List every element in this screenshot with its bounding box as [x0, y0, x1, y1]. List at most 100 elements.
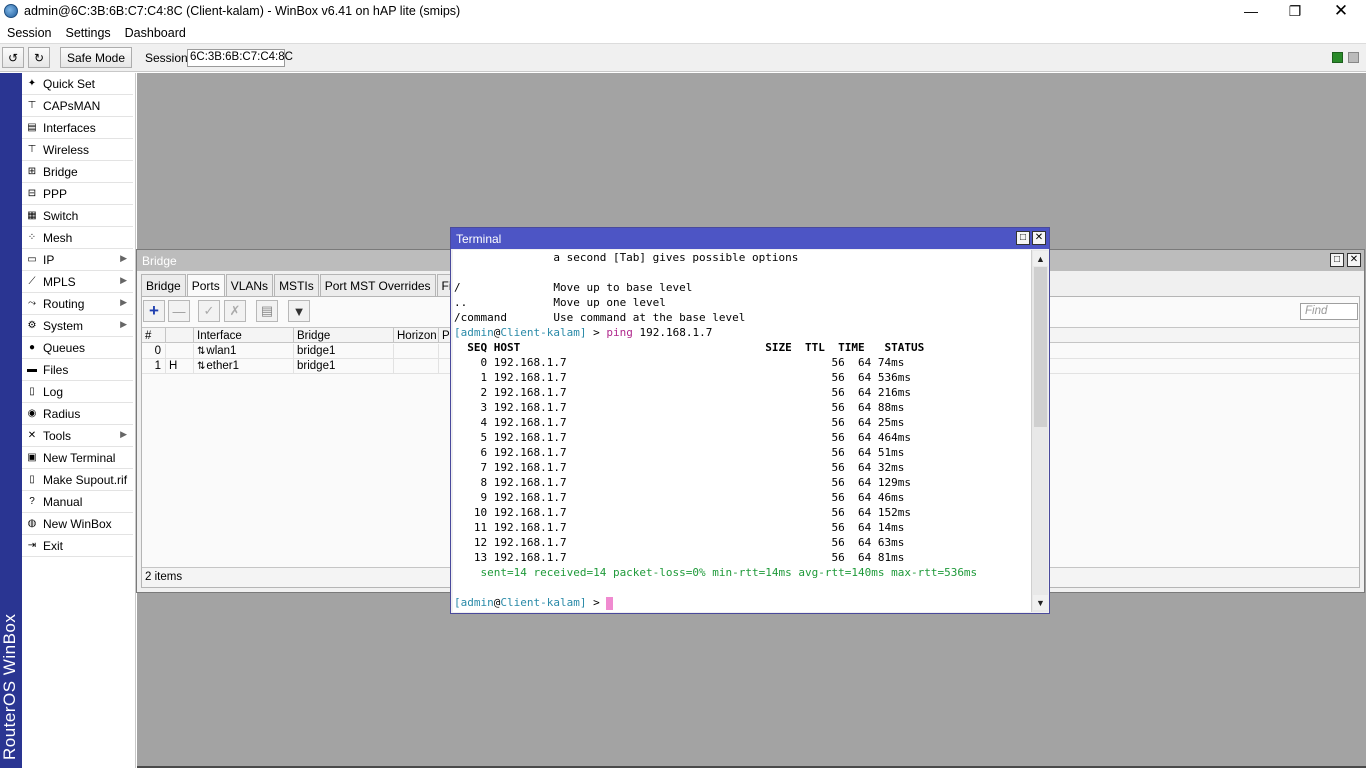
terminal-titlebar[interactable]: Terminal □ ✕ [451, 228, 1049, 249]
row-number: 1 [142, 359, 166, 373]
minimize-button[interactable]: — [1228, 0, 1274, 22]
ping-seq: 10 [454, 506, 494, 519]
help-icon: ? [29, 496, 35, 507]
sidebar-item-system[interactable]: ⚙ System ▶ [22, 315, 133, 337]
submenu-arrow-icon: ▶ [120, 297, 127, 307]
row-interface: ⇅ ether1 [194, 359, 294, 373]
menu-settings[interactable]: Settings [58, 26, 117, 40]
sidebar-item-mesh[interactable]: ⁘ Mesh [22, 227, 133, 249]
log-icon: ▯ [29, 386, 35, 397]
sidebar-item-capsman[interactable]: ⊤ CAPsMAN [22, 95, 133, 117]
terminal-window[interactable]: Terminal □ ✕ a second [Tab] gives possib… [450, 227, 1050, 614]
terminal-close-button[interactable]: ✕ [1032, 231, 1046, 245]
submenu-arrow-icon: ▶ [120, 253, 127, 263]
ping-seq: 5 [454, 431, 494, 444]
menu-bar: Session Settings Dashboard [0, 22, 1366, 43]
add-button[interactable]: + [143, 300, 165, 322]
terminal-scrollbar[interactable]: ▲ ▼ [1031, 250, 1048, 612]
sidebar-item-files[interactable]: ▬ Files [22, 359, 133, 381]
sidebar-item-queues[interactable]: ● Queues [22, 337, 133, 359]
sidebar-item-bridge[interactable]: ⊞ Bridge [22, 161, 133, 183]
find-input[interactable]: Find [1300, 303, 1358, 320]
help-line: a second [Tab] gives possible options [454, 251, 799, 264]
ping-ttl: 64 [844, 491, 878, 504]
sidebar-item-ip[interactable]: ▭ IP ▶ [22, 249, 133, 271]
col-flags[interactable] [166, 328, 194, 343]
col-bridge[interactable]: Bridge [294, 328, 394, 343]
ping-host: 192.168.1.7 [493, 371, 567, 384]
port-icon: ⇅ [197, 360, 206, 372]
disable-button[interactable]: ✗ [224, 300, 246, 322]
row-horizon [394, 344, 439, 358]
menu-dashboard[interactable]: Dashboard [118, 26, 193, 40]
sidebar-item-log[interactable]: ▯ Log [22, 381, 133, 403]
filter-button[interactable]: ▼ [288, 300, 310, 322]
window-title: admin@6C:3B:6B:C7:C4:8C (Client-kalam) -… [24, 4, 461, 18]
sidebar-item-label: Switch [43, 208, 79, 223]
tab-vlans[interactable]: VLANs [225, 274, 274, 296]
ping-host: 192.168.1.7 [493, 521, 567, 534]
tab-bridge[interactable]: Bridge [141, 274, 186, 296]
sidebar-item-quick-set[interactable]: ✦ Quick Set [22, 73, 133, 95]
restore-button[interactable]: ❐ [1272, 0, 1318, 22]
tab-ports[interactable]: Ports [186, 274, 225, 297]
ping-seq: 13 [454, 551, 494, 564]
enable-button[interactable]: ✓ [198, 300, 220, 322]
col-horizon[interactable]: Horizon [394, 328, 439, 343]
close-button[interactable]: ✕ [1318, 0, 1364, 22]
brand-label: RouterOS WinBox [0, 613, 19, 760]
tab-mstis[interactable]: MSTIs [274, 274, 319, 296]
sidebar-item-new-terminal[interactable]: ▣ New Terminal [22, 447, 133, 469]
menu-session[interactable]: Session [0, 26, 58, 40]
bridge-close-button[interactable]: ✕ [1347, 253, 1361, 267]
ping-ttl: 64 [844, 506, 878, 519]
safe-mode-button[interactable]: Safe Mode [60, 47, 132, 68]
comment-icon: ▤ [260, 303, 274, 318]
ping-time: 536ms [877, 371, 912, 384]
session-field[interactable]: 6C:3B:6B:C7:C4:8C [187, 49, 293, 67]
ping-time: 88ms [877, 401, 905, 414]
ping-host: 192.168.1.7 [493, 446, 567, 459]
sidebar-item-label: Quick Set [43, 76, 96, 91]
sidebar-item-mpls[interactable]: ⟋ MPLS ▶ [22, 271, 133, 293]
sidebar-item-radius[interactable]: ◉ Radius [22, 403, 133, 425]
tab-port-mst-overrides[interactable]: Port MST Overrides [319, 274, 436, 296]
row-bridge: bridge1 [294, 359, 394, 373]
terminal-maximize-button[interactable]: □ [1016, 231, 1030, 245]
bridge-maximize-button[interactable]: □ [1330, 253, 1344, 267]
sidebar-item-make-supout-rif[interactable]: ▯ Make Supout.rif [22, 469, 133, 491]
ping-row: 0 192.168.1.7 56 64 74ms [454, 355, 1031, 370]
redo-button[interactable]: ↻ [28, 47, 50, 68]
sidebar-item-manual[interactable]: ? Manual [22, 491, 133, 513]
terminal-output[interactable]: a second [Tab] gives possible options / M… [453, 250, 1031, 612]
ping-seq: 2 [454, 386, 494, 399]
sidebar-item-routing[interactable]: ⤳ Routing ▶ [22, 293, 133, 315]
ping-size: 56 [805, 521, 845, 534]
comment-button[interactable]: ▤ [256, 300, 278, 322]
ping-ttl: 64 [844, 476, 878, 489]
sidebar-item-label: Radius [43, 406, 81, 421]
sidebar-item-interfaces[interactable]: ▤ Interfaces [22, 117, 133, 139]
ping-size: 56 [805, 356, 845, 369]
radius-icon: ◉ [27, 408, 37, 419]
ping-seq: 8 [454, 476, 494, 489]
redo-icon: ↻ [33, 50, 45, 65]
sidebar-item-ppp[interactable]: ⊟ PPP [22, 183, 133, 205]
bridge-tabs: Bridge Ports VLANs MSTIs Port MST Overri… [141, 274, 503, 297]
sidebar-item-exit[interactable]: ⇥ Exit [22, 535, 133, 557]
scroll-down-icon[interactable]: ▼ [1033, 595, 1048, 610]
ping-ttl: 64 [844, 446, 878, 459]
ping-gap [567, 416, 805, 429]
ping-host: 192.168.1.7 [493, 461, 567, 474]
sidebar-item-switch[interactable]: ▦ Switch [22, 205, 133, 227]
sidebar-item-tools[interactable]: ✕ Tools ▶ [22, 425, 133, 447]
undo-button[interactable]: ↺ [2, 47, 24, 68]
scroll-thumb[interactable] [1034, 267, 1047, 427]
col-number[interactable]: # [142, 328, 166, 343]
sidebar-item-wireless[interactable]: ⊤ Wireless [22, 139, 133, 161]
ping-time: 152ms [877, 506, 912, 519]
scroll-up-icon[interactable]: ▲ [1033, 251, 1048, 266]
remove-button[interactable]: — [168, 300, 190, 322]
sidebar-item-new-winbox[interactable]: ◍ New WinBox [22, 513, 133, 535]
col-interface[interactable]: Interface [194, 328, 294, 343]
